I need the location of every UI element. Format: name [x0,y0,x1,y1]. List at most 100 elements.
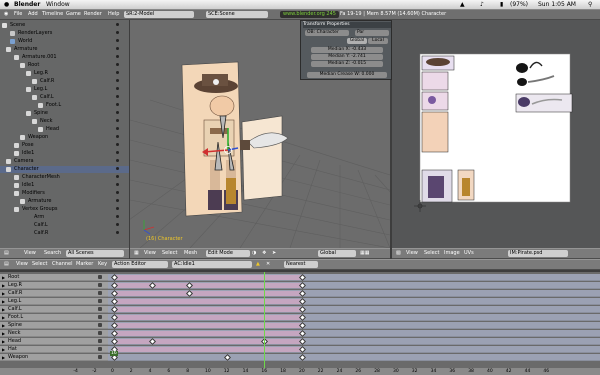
action-channel-label[interactable]: Head [0,338,108,345]
menu-file[interactable]: File [14,11,22,18]
outliner-row[interactable]: World [0,38,129,45]
keyframe[interactable] [298,353,307,362]
visibility-eye-icon[interactable] [116,71,119,74]
visibility-eye-icon[interactable] [116,215,119,218]
orientation-select[interactable]: Global [318,250,356,257]
bone-icon[interactable] [26,87,31,92]
bone-icon[interactable] [20,135,25,140]
channel-expand-icon[interactable]: ▶ [2,314,5,321]
channel-lock-icon[interactable] [98,283,102,287]
outliner-row-label[interactable]: Leg.L [34,86,47,93]
channel-expand-icon[interactable]: ▶ [2,274,5,281]
object-icon[interactable] [6,167,11,172]
action-channel-label[interactable]: Leg.L [0,298,108,305]
action-channel-strip[interactable] [108,313,600,322]
image-name-field[interactable]: IM:Pirate.psd [508,250,568,257]
visibility-eye-icon[interactable] [116,63,119,66]
outliner-scope-select[interactable]: All Scenes [66,250,124,257]
outliner-row[interactable]: Arm [0,214,129,221]
channel-expand-icon[interactable]: ▶ [2,290,5,297]
outliner-row[interactable]: Modifiers [0,190,129,197]
outliner-row-label[interactable]: Calf.R [40,78,54,85]
modifier-icon[interactable] [20,199,25,204]
outliner-row[interactable]: Idle1 [0,150,129,157]
action-channel-strip[interactable] [108,321,600,330]
bone-icon[interactable] [26,111,31,116]
scene-icon[interactable] [2,23,7,28]
3d-view-menu[interactable]: View [144,250,156,257]
transform-properties-panel[interactable]: Transform Properties OB: Character Par G… [300,20,392,80]
local-toggle[interactable]: Local [368,38,388,44]
outliner-row-label[interactable]: Root [28,62,39,69]
action-icon[interactable] [14,183,19,188]
world-icon[interactable] [10,39,15,44]
parent-field[interactable]: Par [355,30,389,36]
outliner-row[interactable]: Spine [0,110,129,117]
bone-icon[interactable] [32,95,37,100]
modifier-icon[interactable] [14,191,19,196]
3d-select-menu[interactable]: Select [162,250,177,257]
image-image-menu[interactable]: Image [444,250,460,257]
action-channel-label[interactable]: Root [0,274,108,281]
layers-icon[interactable]: ▦▦ [360,250,369,257]
apple-menu-icon[interactable]: ● [4,0,9,9]
visibility-eye-icon[interactable] [116,135,119,138]
playhead[interactable] [264,272,266,368]
visibility-eye-icon[interactable] [116,183,119,186]
snap-select[interactable]: Nearest [284,261,318,268]
bone-icon[interactable] [20,63,25,68]
window-menu[interactable]: Window [46,0,70,9]
channel-expand-icon[interactable]: ▶ [2,322,5,329]
action-channel-strip[interactable] [108,273,600,282]
visibility-eye-icon[interactable] [116,95,119,98]
manipulator-icon[interactable]: ➤ [272,250,276,257]
uv-image-editor[interactable] [392,20,600,248]
median-crease-field[interactable]: Median Crease W: 0.000 [307,72,387,78]
visibility-eye-icon[interactable] [116,199,119,202]
action-channel-label[interactable]: Calf.L [0,306,108,313]
outliner-row-label[interactable]: Armature [14,46,37,53]
channel-lock-icon[interactable] [98,315,102,319]
channel-expand-icon[interactable]: ▶ [2,354,5,361]
outliner-row[interactable]: Leg.L [0,86,129,93]
bone-icon[interactable] [38,103,43,108]
image-editor-type-icon[interactable]: ▧ [396,250,401,257]
outliner-row-label[interactable]: Idle1 [22,182,34,189]
action-channel-strip[interactable] [108,305,600,314]
image-uvs-menu[interactable]: UVs [464,250,474,257]
channel-lock-icon[interactable] [98,291,102,295]
visibility-eye-icon[interactable] [116,151,119,154]
channel-lock-icon[interactable] [98,323,102,327]
menu-game[interactable]: Game [66,11,81,18]
vgroup-icon[interactable] [14,207,19,212]
median-y-field[interactable]: Median Y: -2.741 [311,54,383,60]
channel-lock-icon[interactable] [98,331,102,335]
battery-icon[interactable]: ▮ [500,0,503,9]
median-x-field[interactable]: Median X: -0.433 [311,47,383,53]
channel-expand-icon[interactable]: ▶ [2,306,5,313]
channel-expand-icon[interactable]: ▶ [2,298,5,305]
visibility-eye-icon[interactable] [116,47,119,50]
action-channel-label[interactable]: Foot.L [0,314,108,321]
visibility-eye-icon[interactable] [116,167,119,170]
outliner-row-label[interactable]: Armature [28,198,51,205]
visibility-eye-icon[interactable] [116,231,119,234]
visibility-eye-icon[interactable] [116,143,119,146]
outliner-row[interactable]: Calf.L [0,222,129,229]
visibility-eye-icon[interactable] [116,191,119,194]
outliner-row[interactable]: Camera [0,158,129,165]
channel-expand-icon[interactable]: ▶ [2,338,5,345]
outliner-panel[interactable]: Scene RenderLayers World Armature Armature.0… [0,20,129,248]
action-editor-type-icon[interactable]: ▤ [4,261,9,268]
action-channel-strip[interactable] [108,353,600,362]
action-pin-icon[interactable]: ▲ [256,261,260,268]
visibility-eye-icon[interactable] [116,207,119,210]
blender-url[interactable]: www.blender.org 245 [280,11,339,18]
outliner-row[interactable]: Scene [0,22,129,29]
bone-icon[interactable] [32,79,37,84]
mesh-icon[interactable] [14,175,19,180]
outliner-row-label[interactable]: Calf.L [34,222,48,229]
armature-icon[interactable] [14,55,19,60]
visibility-eye-icon[interactable] [116,159,119,162]
outliner-row[interactable]: Root [0,62,129,69]
